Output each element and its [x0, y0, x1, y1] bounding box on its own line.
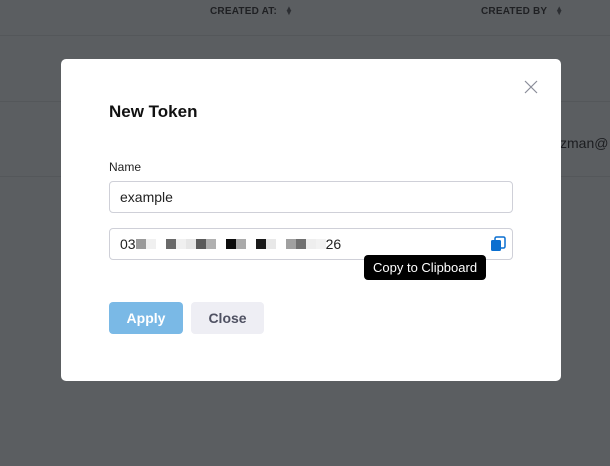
close-icon[interactable] [523, 79, 539, 95]
created-by-email: zman@ [560, 135, 609, 151]
dialog-title: New Token [109, 102, 198, 121]
column-header-created-at[interactable]: CREATED AT: ▲ ▼ [210, 5, 293, 17]
sort-icon[interactable]: ▲ ▼ [555, 5, 563, 17]
header-label: CREATED BY [481, 6, 548, 17]
new-token-dialog: New Token Name example 03 26 Copy to Cli… [61, 59, 561, 381]
name-input[interactable]: example [109, 181, 513, 213]
token-prefix: 03 [120, 236, 136, 252]
sort-icon[interactable]: ▲ ▼ [285, 5, 293, 17]
divider [0, 35, 610, 36]
column-header-created-by[interactable]: CREATED BY ▲ ▼ [481, 5, 563, 17]
apply-button[interactable]: Apply [109, 302, 183, 334]
copy-tooltip: Copy to Clipboard [364, 255, 487, 280]
copy-icon[interactable] [490, 236, 506, 252]
close-button[interactable]: Close [191, 302, 264, 334]
redacted-token [135, 239, 326, 249]
token-suffix: 26 [325, 236, 342, 252]
name-value: example [120, 189, 173, 205]
header-label: CREATED AT: [210, 6, 278, 17]
name-label: Name [109, 160, 142, 174]
